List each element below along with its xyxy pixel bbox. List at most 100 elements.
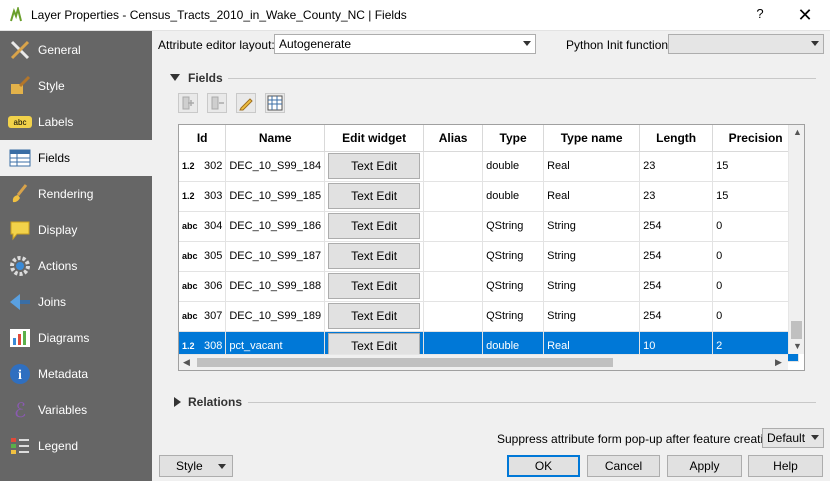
sidebar-item-joins[interactable]: Joins [0,284,152,320]
field-id: 304 [204,220,223,232]
delete-column-icon [211,96,224,110]
column-header-alias[interactable]: Alias [423,125,484,152]
sidebar-item-label: Display [38,223,78,237]
alias-cell[interactable] [423,181,484,212]
scroll-left-icon[interactable]: ◀ [183,357,190,368]
column-header-precision[interactable]: Precision [712,125,800,152]
table-icon [9,149,31,167]
close-window-button[interactable]: ✕ [790,4,820,26]
vertical-scrollbar[interactable]: ▲ ▼ [788,125,804,354]
sidebar-item-variables[interactable]: ℰ Variables [0,392,152,428]
fields-grid: Id Name Edit widget Alias Type Type name… [179,125,800,362]
table-header-row: Id Name Edit widget Alias Type Type name… [179,125,800,152]
edit-widget-button[interactable]: Text Edit [328,213,421,239]
sidebar-item-label: Fields [38,151,71,165]
alias-cell[interactable] [423,301,484,332]
sidebar-item-actions[interactable]: Actions [0,248,152,284]
editor-layout-select[interactable]: Autogenerate [274,34,536,54]
id-cell: abc 305 [179,241,227,272]
scroll-up-icon[interactable]: ▲ [793,127,802,137]
apply-button[interactable]: Apply [667,455,742,477]
table-row[interactable]: 1.2 303 DEC_10_S99_185 Text Edit double R… [179,181,800,212]
toggle-edit-button[interactable] [236,93,256,113]
length-cell: 23 [639,181,714,212]
ok-button[interactable]: OK [507,455,580,477]
brush-icon [12,184,28,203]
sidebar-item-label: Labels [38,115,74,129]
new-field-button[interactable] [178,93,198,113]
widget-cell: Text Edit [324,301,425,332]
sidebar-item-fields[interactable]: Fields [0,140,152,176]
precision-cell: 0 [712,211,800,242]
edit-widget-button[interactable]: Text Edit [328,153,421,179]
column-header-length[interactable]: Length [639,125,714,152]
help-title-button[interactable]: ? [748,6,772,26]
column-header-name[interactable]: Name [225,125,326,152]
sidebar-item-labels[interactable]: abc Labels [0,104,152,140]
epsilon-icon: ℰ [14,400,26,422]
sidebar-item-legend[interactable]: Legend [0,428,152,464]
sidebar-item-display[interactable]: Display [0,212,152,248]
string-type-icon: abc [182,311,198,321]
length-cell: 254 [639,301,714,332]
type-cell: QString [482,211,545,242]
type-cell: QString [482,271,545,302]
alias-cell[interactable] [423,271,484,302]
string-type-icon: abc [182,281,198,291]
column-header-edit-widget[interactable]: Edit widget [324,125,425,152]
sidebar-item-metadata[interactable]: i Metadata [0,356,152,392]
section-divider [248,402,816,403]
type-cell: QString [482,241,545,272]
edit-widget-button[interactable]: Text Edit [328,273,421,299]
type-name-cell: Real [543,151,641,182]
style-button-label: Style [176,459,203,473]
qgis-app-icon [10,7,22,22]
id-cell: 1.2 302 [179,151,227,182]
alias-cell[interactable] [423,241,484,272]
numeric-type-icon: 1.2 [182,191,195,201]
alias-cell[interactable] [423,151,484,182]
delete-field-button[interactable] [207,93,227,113]
fields-table[interactable]: Id Name Edit widget Alias Type Type name… [178,124,805,371]
column-header-type-name[interactable]: Type name [543,125,641,152]
table-row[interactable]: 1.2 302 DEC_10_S99_184 Text Edit double R… [179,151,800,182]
edit-widget-button[interactable]: Text Edit [328,303,421,329]
sidebar-item-rendering[interactable]: Rendering [0,176,152,212]
field-id: 303 [204,190,223,202]
field-id: 302 [204,160,223,172]
scroll-right-icon[interactable]: ▶ [775,357,782,368]
name-cell: DEC_10_S99_184 [225,151,326,182]
help-button[interactable]: Help [748,455,823,477]
chevron-down-icon [811,435,819,440]
suppress-popup-select[interactable]: Default [762,428,824,448]
python-init-select[interactable] [668,34,824,54]
edit-widget-button[interactable]: Text Edit [328,243,421,269]
vertical-scroll-thumb[interactable] [791,321,802,339]
table-row[interactable]: abc 307 DEC_10_S99_189 Text Edit QString … [179,301,800,332]
sidebar-item-general[interactable]: General [0,32,152,68]
diagram-icon [10,329,30,347]
sidebar-item-style[interactable]: Style [0,68,152,104]
scroll-down-icon[interactable]: ▼ [793,341,802,351]
cancel-button[interactable]: Cancel [587,455,660,477]
name-cell: DEC_10_S99_188 [225,271,326,302]
table-row[interactable]: abc 304 DEC_10_S99_186 Text Edit QString … [179,211,800,242]
table-row[interactable]: abc 306 DEC_10_S99_188 Text Edit QString … [179,271,800,302]
fields-collapse-toggle[interactable] [170,74,180,81]
table-row[interactable]: abc 305 DEC_10_S99_187 Text Edit QString … [179,241,800,272]
column-header-type[interactable]: Type [482,125,545,152]
edit-widget-button[interactable]: Text Edit [328,183,421,209]
horizontal-scroll-thumb[interactable] [197,358,613,367]
fields-section-title: Fields [188,71,223,85]
horizontal-scrollbar[interactable]: ◀ ▶ [179,354,788,370]
length-cell: 254 [639,241,714,272]
column-header-id[interactable]: Id [179,125,227,152]
alias-cell[interactable] [423,211,484,242]
precision-cell: 15 [712,151,800,182]
sidebar-item-diagrams[interactable]: Diagrams [0,320,152,356]
field-calculator-button[interactable] [265,93,285,113]
style-menu-button[interactable]: Style [159,455,233,477]
relations-expand-toggle[interactable] [174,397,181,407]
sidebar-item-label: General [38,43,81,57]
numeric-type-icon: 1.2 [182,341,195,351]
